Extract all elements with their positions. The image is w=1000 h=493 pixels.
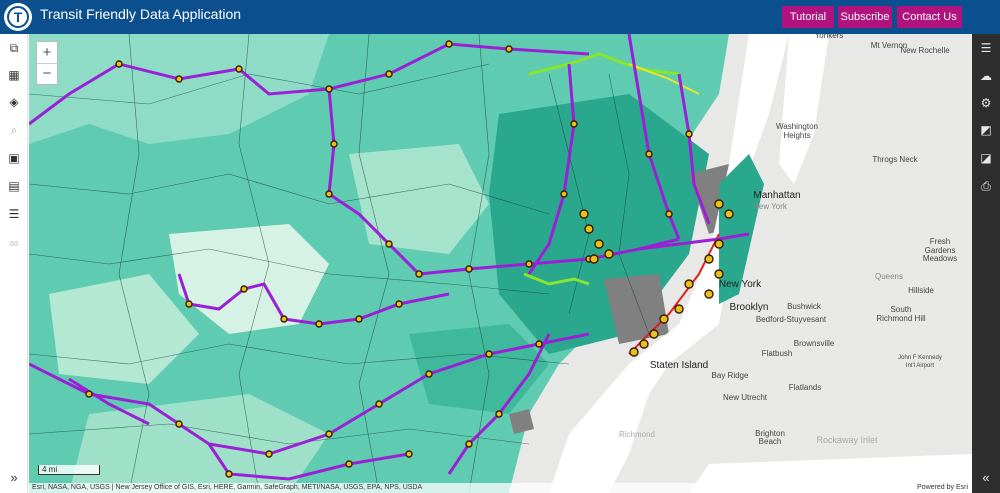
svg-text:Manhattan: Manhattan <box>753 190 800 201</box>
basemap-icon[interactable]: ◩ <box>978 122 994 138</box>
expand-panel-icon[interactable]: » <box>6 470 22 486</box>
svg-text:Hillside: Hillside <box>908 286 934 295</box>
app-header: T Transit Friendly Data Application Tuto… <box>0 0 1000 34</box>
svg-text:South: South <box>891 305 912 314</box>
powered-by-esri[interactable]: Powered by Esri <box>917 483 968 493</box>
opacity-icon[interactable]: ◪ <box>978 150 994 166</box>
svg-text:New York: New York <box>719 279 762 290</box>
app-title: Transit Friendly Data Application <box>40 6 242 22</box>
legend-icon[interactable]: ☰ <box>978 40 994 56</box>
link-icon[interactable]: ∞ <box>6 235 22 251</box>
layers-list-icon[interactable]: ⧉ <box>6 40 22 56</box>
tutorial-button[interactable]: Tutorial <box>782 6 834 28</box>
svg-text:New Utrecht: New Utrecht <box>723 393 768 402</box>
left-toolbar: ⧉ ▦ ◈ ⌕ ▣ ▤ ☰ ∞ » <box>0 34 28 493</box>
svg-text:John F Kennedy: John F Kennedy <box>898 355 942 361</box>
list-icon[interactable]: ☰ <box>6 206 22 222</box>
scale-bar: 4 mi <box>38 465 100 475</box>
svg-text:Yonkers: Yonkers <box>815 34 844 40</box>
contact-us-button[interactable]: Contact Us <box>897 6 962 28</box>
svg-text:Queens: Queens <box>875 272 903 281</box>
svg-text:New Rochelle: New Rochelle <box>900 46 950 55</box>
svg-text:Bedford-Stuyvesant: Bedford-Stuyvesant <box>756 315 827 324</box>
zoom-control: + − <box>36 41 58 85</box>
qr-code-icon[interactable]: ▣ <box>6 150 22 166</box>
svg-text:Fresh: Fresh <box>930 237 950 246</box>
svg-text:Richmond Hill: Richmond Hill <box>876 314 926 323</box>
svg-text:Heights: Heights <box>783 131 810 140</box>
svg-text:Int'l Airport: Int'l Airport <box>906 363 934 369</box>
upload-icon[interactable]: ☁ <box>978 68 994 84</box>
collapse-panel-icon[interactable]: « <box>978 470 994 486</box>
svg-text:Richmond: Richmond <box>619 430 655 439</box>
zoom-out-button[interactable]: − <box>37 63 57 84</box>
svg-text:Staten Island: Staten Island <box>650 360 708 371</box>
logo-letter: T <box>7 6 29 28</box>
zoom-in-button[interactable]: + <box>37 42 57 63</box>
svg-text:Bushwick: Bushwick <box>787 302 822 311</box>
svg-text:Flatlands: Flatlands <box>789 383 821 392</box>
print-icon[interactable]: ⎙ <box>978 178 994 194</box>
map-attribution: Esri, NASA, NGA, USGS | New Jersey Offic… <box>29 483 972 493</box>
stack-icon[interactable]: ◈ <box>6 94 22 110</box>
search-icon[interactable]: ⌕ <box>6 122 22 138</box>
svg-text:Brooklyn: Brooklyn <box>730 302 769 313</box>
svg-text:Washington: Washington <box>776 122 818 131</box>
svg-text:Meadows: Meadows <box>923 254 957 263</box>
subscribe-button[interactable]: Subscribe <box>838 6 892 28</box>
building-icon[interactable]: ▦ <box>6 67 22 83</box>
svg-text:Beach: Beach <box>759 437 782 446</box>
attribution-text: Esri, NASA, NGA, USGS | New Jersey Offic… <box>32 484 423 491</box>
svg-text:New York: New York <box>753 202 788 211</box>
svg-text:Brownsville: Brownsville <box>794 339 835 348</box>
save-icon[interactable]: ▤ <box>6 178 22 194</box>
svg-text:Bay Ridge: Bay Ridge <box>712 371 749 380</box>
app-logo: T <box>4 3 32 31</box>
map-view[interactable]: Yonkers Mt Vernon New Rochelle Washingto… <box>29 34 972 493</box>
svg-text:Flatbush: Flatbush <box>762 349 793 358</box>
svg-text:Throgs Neck: Throgs Neck <box>872 155 918 164</box>
map-canvas[interactable]: Yonkers Mt Vernon New Rochelle Washingto… <box>29 34 972 493</box>
right-toolbar: ☰ ☁ ⚙ ◩ ◪ ⎙ « <box>972 34 1000 493</box>
gear-icon[interactable]: ⚙ <box>978 95 994 111</box>
svg-text:Rockaway Inlet: Rockaway Inlet <box>816 435 878 445</box>
